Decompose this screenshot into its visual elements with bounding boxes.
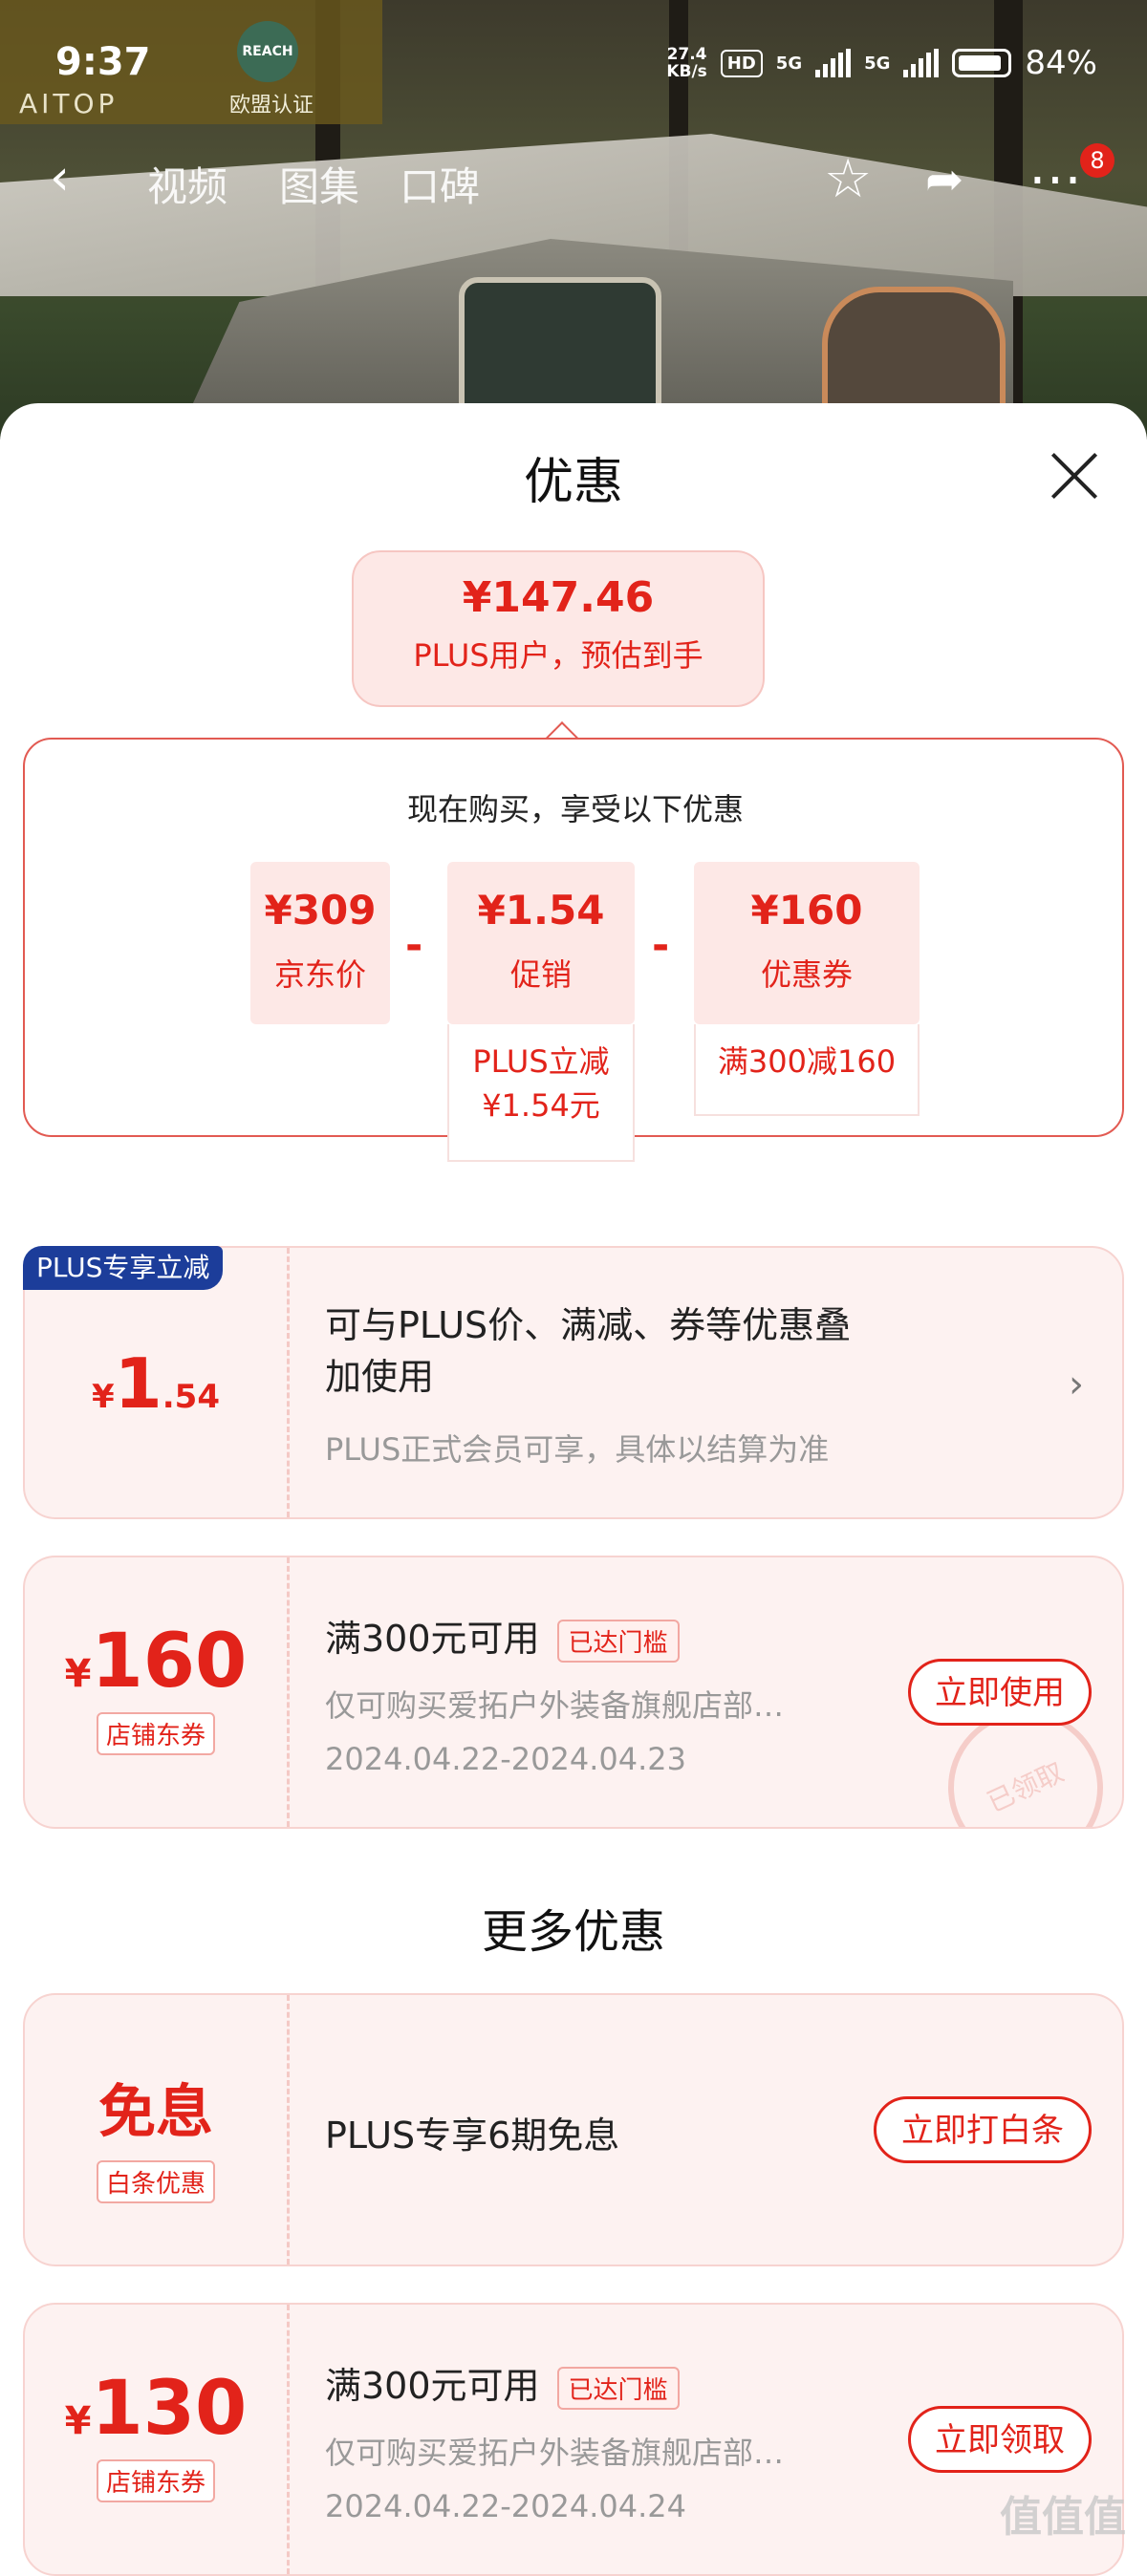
card-divider bbox=[287, 1248, 290, 1517]
plus-exclusive-tag: PLUS专享立减 bbox=[23, 1246, 224, 1290]
plus-reduction-title: 可与PLUS价、满减、券等优惠叠 加使用 bbox=[325, 1304, 852, 1398]
coupon-type-tag: 店铺东券 bbox=[96, 1712, 215, 1755]
promotion-value: ¥1.54 bbox=[477, 887, 605, 934]
tab-reviews[interactable]: 口碑 bbox=[400, 155, 480, 213]
threshold-reached-tag: 已达门槛 bbox=[556, 1620, 680, 1663]
coupon-type-tag: 店铺东券 bbox=[96, 2459, 215, 2502]
coupon-card-130: ¥130 店铺东券 满300元可用 已达门槛 仅可购买爱拓户外装备旗舰店部… 20… bbox=[23, 2303, 1124, 2576]
price-breakdown: 现在购买，享受以下优惠 ¥309 京东价 - ¥1.54 促销 PLUS立减 ¥… bbox=[23, 738, 1124, 1162]
close-icon[interactable] bbox=[1050, 451, 1099, 501]
top-navigation: ‹ 视频 图集 口碑 ☆ ➦ ⋯ 8 bbox=[0, 143, 1147, 220]
coupon-label: 优惠券 bbox=[760, 956, 853, 993]
card-divider bbox=[287, 1557, 290, 1827]
card-divider bbox=[287, 2305, 290, 2574]
interest-free-card: 免息 白条优惠 PLUS专享6期免息 立即打白条 bbox=[23, 1993, 1124, 2266]
promotion-label: 促销 bbox=[509, 956, 572, 993]
interest-free-amount: 免息 白条优惠 bbox=[25, 1995, 287, 2265]
coupon-card-160: ¥160 店铺东券 满300元可用 已达门槛 仅可购买爱拓户外装备旗舰店部… 20… bbox=[23, 1556, 1124, 1829]
notification-badge: 8 bbox=[1080, 143, 1115, 178]
tab-gallery[interactable]: 图集 bbox=[279, 155, 359, 213]
chevron-right-icon[interactable]: › bbox=[1069, 1363, 1084, 1406]
minus-sign: - bbox=[652, 921, 670, 970]
coupon-date: 2024.04.22-2024.04.23 bbox=[325, 1741, 686, 1777]
hd-voice-icon: HD bbox=[720, 49, 763, 77]
signal-strength-icon bbox=[815, 49, 852, 77]
star-icon[interactable]: ☆ bbox=[824, 153, 872, 206]
reach-caption: 欧盟认证 bbox=[229, 94, 314, 118]
use-now-button[interactable]: 立即使用 bbox=[908, 1659, 1092, 1726]
baitiao-tag: 白条优惠 bbox=[96, 2160, 215, 2203]
promotion-note: PLUS立减 ¥1.54元 bbox=[447, 1024, 635, 1162]
coupon-amount: ¥130 店铺东券 bbox=[25, 2305, 287, 2574]
coupon-desc: 仅可购买爱拓户外装备旗舰店部… bbox=[325, 1687, 785, 1724]
tab-video[interactable]: 视频 bbox=[147, 155, 227, 213]
coupon-note: 满300减160 bbox=[694, 1024, 920, 1116]
coupon-amount: ¥160 店铺东券 bbox=[25, 1557, 287, 1827]
reach-logo-icon: REACH bbox=[237, 21, 298, 82]
interest-free-title: PLUS专享6期免息 bbox=[325, 2114, 620, 2157]
estimated-price: ¥147.46 bbox=[462, 573, 655, 622]
more-offers-title: 更多优惠 bbox=[481, 1905, 665, 1959]
tent-window bbox=[459, 277, 661, 422]
jd-price-label: 京东价 bbox=[273, 956, 366, 993]
use-baitiao-button[interactable]: 立即打白条 bbox=[874, 2096, 1092, 2163]
claim-now-button[interactable]: 立即领取 bbox=[908, 2406, 1092, 2473]
more-icon[interactable]: ⋯ bbox=[1028, 153, 1082, 206]
status-time: 9:37 bbox=[55, 40, 151, 84]
site-watermark: 值值值 bbox=[1000, 2493, 1126, 2542]
signal-strength-icon bbox=[903, 49, 940, 77]
share-icon[interactable]: ➦ bbox=[925, 153, 963, 206]
back-arrow-icon[interactable]: ‹ bbox=[50, 153, 70, 203]
coupon-title: 满300元可用 已达门槛 bbox=[325, 2356, 680, 2410]
status-indicators: 27.4 KB/s HD 5G 5G 84% bbox=[666, 44, 1097, 82]
coupon-date: 2024.04.22-2024.04.24 bbox=[325, 2488, 686, 2524]
plus-reduction-desc: PLUS正式会员可享，具体以结算为准 bbox=[325, 1431, 830, 1468]
coupon-box: ¥160 优惠券 bbox=[694, 862, 920, 1024]
estimated-price-box: ¥147.46 PLUS用户，预估到手 bbox=[352, 550, 765, 707]
promotion-box: ¥1.54 促销 bbox=[447, 862, 635, 1024]
breakdown-title: 现在购买，享受以下优惠 bbox=[406, 791, 744, 827]
minus-sign: - bbox=[405, 921, 423, 970]
sheet-title: 优惠 bbox=[523, 454, 623, 511]
estimated-price-label: PLUS用户，预估到手 bbox=[413, 637, 703, 674]
coupon-desc: 仅可购买爱拓户外装备旗舰店部… bbox=[325, 2435, 785, 2471]
network-speed: 27.4 KB/s bbox=[666, 45, 707, 81]
signal-label-1: 5G bbox=[775, 53, 803, 74]
battery-icon bbox=[952, 49, 1012, 77]
threshold-reached-tag: 已达门槛 bbox=[556, 2367, 680, 2410]
battery-percent: 84% bbox=[1025, 44, 1097, 82]
signal-label-2: 5G bbox=[864, 53, 891, 74]
card-divider bbox=[287, 1995, 290, 2265]
jd-price-box: ¥309 京东价 bbox=[250, 862, 390, 1024]
coupon-value: ¥160 bbox=[750, 887, 863, 934]
jd-price-value: ¥309 bbox=[264, 887, 377, 934]
brand-logo-text: AITOP bbox=[19, 88, 119, 119]
coupon-title: 满300元可用 已达门槛 bbox=[325, 1609, 680, 1663]
